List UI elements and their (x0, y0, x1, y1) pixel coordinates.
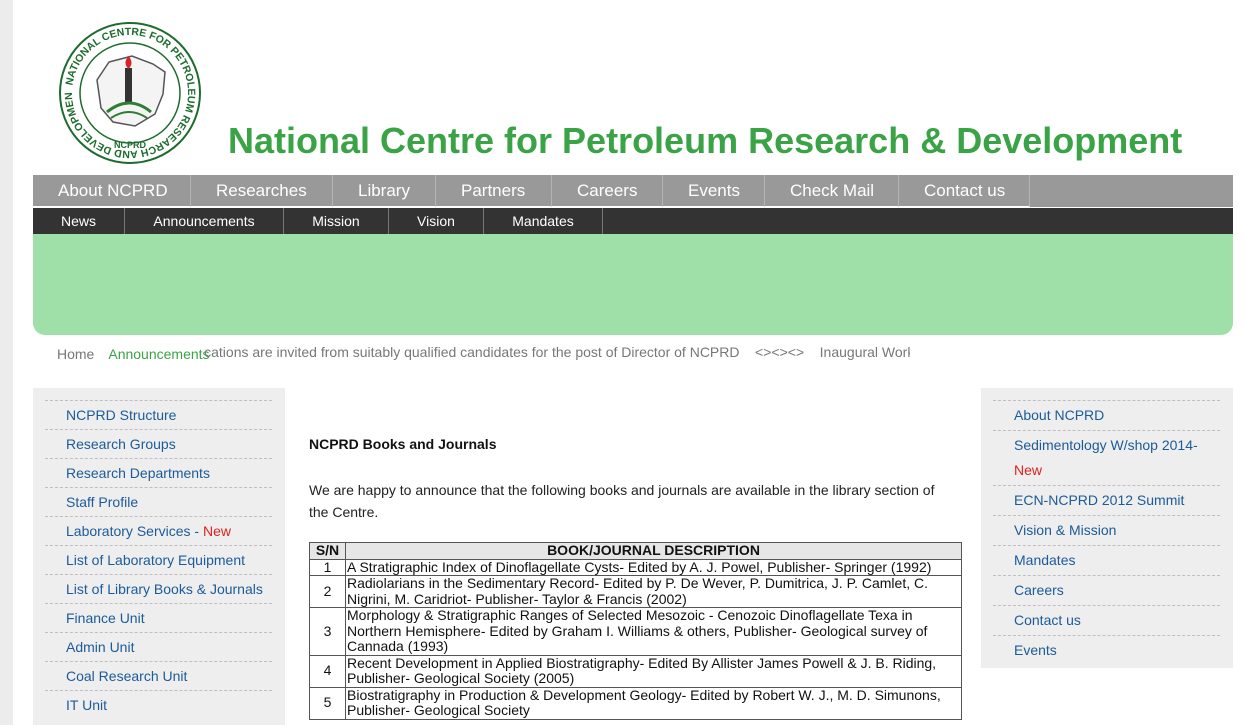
left-sidebar: NCPRD Structure Research Groups Research… (33, 388, 285, 725)
sidebar-item-coal-research-unit[interactable]: Coal Research Unit (45, 661, 272, 690)
sidebar-item-contact-us[interactable]: Contact us (993, 605, 1220, 635)
table-cell-description: Radiolarians in the Sedimentary Record- … (345, 575, 962, 608)
announcement-ticker-text: Applications are invited from suitably q… (205, 344, 910, 360)
new-badge: New (1014, 462, 1043, 478)
sidebar-item-label: List of Laboratory Equipment (66, 552, 245, 568)
subnav-announcements[interactable]: Announcements (125, 208, 284, 234)
breadcrumb-home[interactable]: Home (57, 346, 94, 362)
announcement-ticker[interactable]: Applications are invited from suitably q… (205, 344, 910, 362)
table-cell-sn: 2 (309, 575, 346, 608)
table-cell-sn: 5 (309, 686, 346, 720)
nav-check-mail[interactable]: Check Mail (765, 175, 899, 207)
breadcrumb-announcements[interactable]: Announcements (108, 346, 209, 362)
table-cell-description: A Stratigraphic Index of Dinoflagellate … (345, 558, 962, 576)
sidebar-item-events[interactable]: Events (993, 635, 1220, 665)
sidebar-item-ecn-summit[interactable]: ECN-NCPRD 2012 Summit (993, 485, 1220, 515)
ncprd-logo[interactable]: NATIONAL CENTRE FOR PETROLEUM RESEARCH A… (54, 13, 203, 164)
main-content: NCPRD Books and Journals We are happy to… (309, 436, 963, 523)
table-cell-sn: 4 (309, 654, 346, 688)
table-cell-description: Biostratigraphy in Production & Developm… (345, 686, 962, 720)
books-table: S/N BOOK/JOURNAL DESCRIPTION 1 A Stratig… (309, 542, 962, 720)
sidebar-item-label: Sedimentology W/shop 2014- (1014, 437, 1198, 453)
sidebar-item-laboratory-services[interactable]: Laboratory Services - New (45, 516, 272, 545)
subnav-vision[interactable]: Vision (389, 208, 484, 234)
table-header-row: S/N BOOK/JOURNAL DESCRIPTION (309, 542, 962, 560)
sidebar-item-label: Admin Unit (66, 639, 135, 655)
table-cell-description: Recent Development in Applied Biostratig… (345, 654, 962, 688)
sidebar-item-label: Careers (1014, 582, 1064, 598)
sidebar-item-finance-unit[interactable]: Finance Unit (45, 603, 272, 632)
column-header-description: BOOK/JOURNAL DESCRIPTION (345, 542, 962, 560)
site-title: National Centre for Petroleum Research &… (228, 120, 1183, 161)
main-nav: About NCPRD Researches Library Partners … (33, 175, 1233, 207)
nav-events[interactable]: Events (663, 175, 765, 207)
table-row: 1 A Stratigraphic Index of Dinoflagellat… (309, 558, 962, 576)
sidebar-item-lab-equipment[interactable]: List of Laboratory Equipment (45, 545, 272, 574)
nav-careers[interactable]: Careers (552, 175, 663, 207)
new-badge: New (202, 523, 231, 539)
sidebar-item-sedimentology-workshop[interactable]: Sedimentology W/shop 2014- New (993, 430, 1220, 485)
sidebar-item-vision-mission[interactable]: Vision & Mission (993, 515, 1220, 545)
subnav-news[interactable]: News (33, 208, 125, 234)
nav-researches[interactable]: Researches (191, 175, 333, 207)
sidebar-item-admin-unit[interactable]: Admin Unit (45, 632, 272, 661)
sidebar-item-label: Events (1014, 642, 1057, 658)
sidebar-item-label: Mandates (1014, 552, 1076, 568)
sidebar-item-label: About NCPRD (1014, 407, 1105, 423)
sidebar-item-label: Research Departments (66, 465, 210, 481)
sidebar-item-label: NCPRD Structure (66, 407, 177, 423)
sidebar-item-label: ECN-NCPRD 2012 Summit (1014, 492, 1185, 508)
subnav-mandates[interactable]: Mandates (484, 208, 603, 234)
table-row: 3 Morphology & Stratigraphic Ranges of S… (309, 607, 962, 656)
table-cell-description: Morphology & Stratigraphic Ranges of Sel… (345, 607, 962, 656)
page-title: NCPRD Books and Journals (309, 436, 497, 452)
nav-library[interactable]: Library (333, 175, 436, 207)
sidebar-item-library-books[interactable]: List of Library Books & Journals (45, 574, 272, 603)
table-row: 5 Biostratigraphy in Production & Develo… (309, 686, 962, 720)
sidebar-item-label: Finance Unit (66, 610, 145, 626)
nav-about[interactable]: About NCPRD (33, 175, 191, 207)
column-header-sn: S/N (309, 542, 346, 560)
page-left-edge (0, 0, 13, 725)
sidebar-item-label: Coal Research Unit (66, 668, 188, 684)
intro-paragraph: We are happy to announce that the follow… (309, 482, 935, 520)
breadcrumb: Home Announcements (57, 346, 210, 362)
sidebar-item-ncprd-structure[interactable]: NCPRD Structure (45, 400, 272, 429)
sidebar-item-mandates[interactable]: Mandates (993, 545, 1220, 575)
sidebar-item-careers[interactable]: Careers (993, 575, 1220, 605)
banner-area (33, 234, 1233, 335)
table-row: 4 Recent Development in Applied Biostrat… (309, 654, 962, 688)
right-sidebar: About NCPRD Sedimentology W/shop 2014- Ne… (981, 388, 1233, 668)
sidebar-item-research-departments[interactable]: Research Departments (45, 458, 272, 487)
sub-nav: News Announcements Mission Vision Mandat… (33, 208, 1233, 234)
sidebar-item-label: Contact us (1014, 612, 1081, 628)
sidebar-item-it-unit[interactable]: IT Unit (45, 690, 272, 719)
logo-short-text: NCPRD (114, 140, 147, 150)
sidebar-item-label: IT Unit (66, 697, 107, 713)
sidebar-item-about-ncprd[interactable]: About NCPRD (993, 400, 1220, 430)
sidebar-item-staff-profile[interactable]: Staff Profile (45, 487, 272, 516)
sidebar-item-research-groups[interactable]: Research Groups (45, 429, 272, 458)
sidebar-item-label: Vision & Mission (1014, 522, 1117, 538)
table-row: 2 Radiolarians in the Sedimentary Record… (309, 575, 962, 608)
sidebar-item-label: List of Library Books & Journals (66, 581, 263, 597)
sidebar-item-label: Staff Profile (66, 494, 139, 510)
nav-partners[interactable]: Partners (436, 175, 552, 207)
subnav-mission[interactable]: Mission (284, 208, 389, 234)
nav-contact-us[interactable]: Contact us (899, 175, 1030, 207)
table-cell-sn: 3 (309, 607, 346, 656)
sidebar-item-label: Laboratory Services - (66, 523, 203, 539)
sidebar-item-label: Research Groups (66, 436, 176, 452)
table-cell-sn: 1 (309, 558, 346, 576)
